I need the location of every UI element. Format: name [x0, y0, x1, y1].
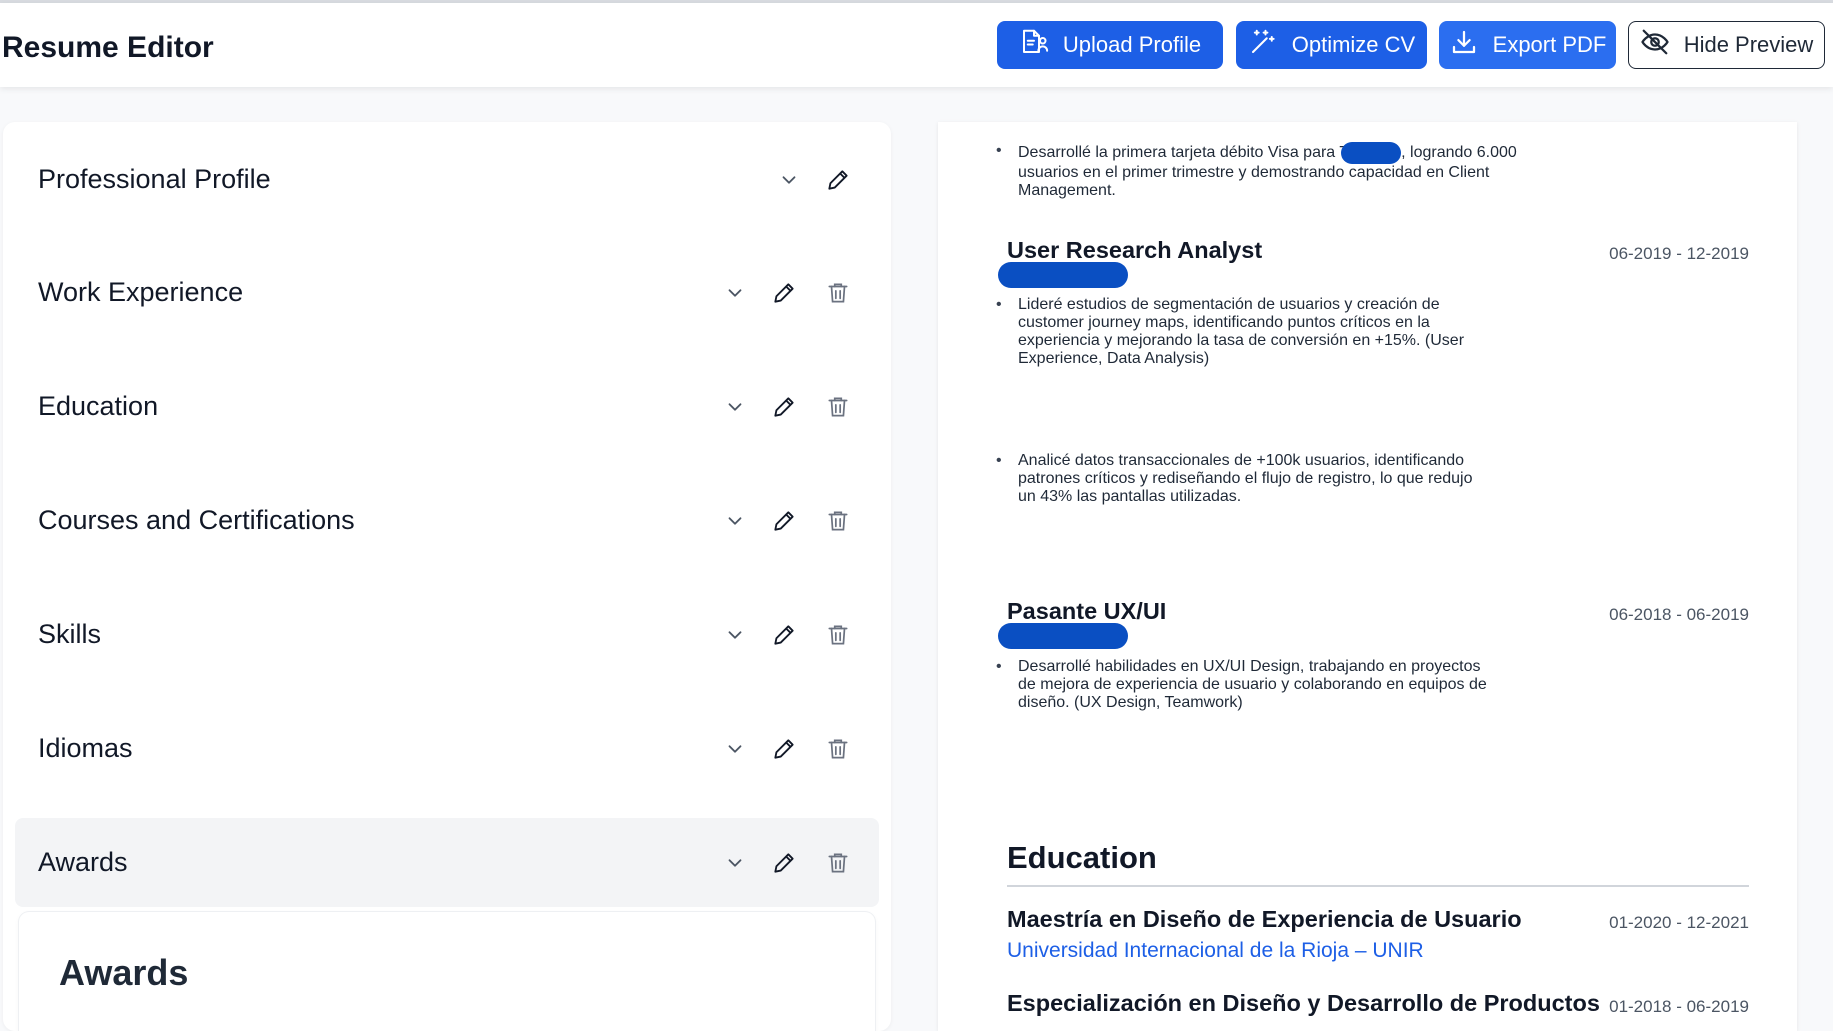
- upload-profile-label: Upload Profile: [1062, 32, 1202, 57]
- chevron-down-icon[interactable]: [775, 166, 803, 194]
- job-date: 06-2018 - 06-2019: [1609, 605, 1749, 624]
- list-item: Analicé datos transaccionales de +100k u…: [996, 452, 1748, 506]
- bullet-line: diseño. (UX Design, Teamwork): [1018, 694, 1243, 711]
- education-date: 01-2020 - 12-2021: [1609, 913, 1749, 932]
- section-label: Professional Profile: [38, 164, 271, 194]
- education-heading: Education: [1007, 840, 1157, 875]
- trash-icon[interactable]: [824, 849, 852, 877]
- clipped-text: -: [1128, 122, 1136, 132]
- resume-preview: - Desarrollé la primera tarjeta débito V…: [938, 122, 1797, 1031]
- bullet-line: Management.: [1018, 182, 1116, 199]
- chevron-down-icon[interactable]: [721, 279, 749, 307]
- profile-document-icon: [1019, 27, 1049, 63]
- app-header: Resume Editor Upload Profile Optimize CV…: [0, 3, 1833, 87]
- redaction-mark: [1341, 142, 1402, 164]
- pencil-icon[interactable]: [770, 507, 798, 535]
- bullet-line: de mejora de experiencia de usuario y co…: [1018, 676, 1487, 693]
- education-title: Maestría en Diseño de Experiencia de Usu…: [1007, 906, 1522, 932]
- trash-icon[interactable]: [824, 507, 852, 535]
- bullet-line: customer journey maps, identificando pun…: [1018, 314, 1430, 331]
- bullet-line: experiencia y mejorando la tasa de conve…: [1018, 332, 1465, 349]
- section-skills[interactable]: Skills: [15, 590, 879, 679]
- section-idiomas[interactable]: Idiomas: [15, 704, 879, 793]
- bullet-line: patrones críticos y rediseñando el flujo…: [1018, 470, 1473, 487]
- redaction-mark: [998, 623, 1128, 649]
- pencil-icon[interactable]: [770, 279, 798, 307]
- bullet-line: usuarios en el primer trimestre y demost…: [1018, 164, 1490, 181]
- bullet-line: Lideré estudios de segmentación de usuar…: [1018, 296, 1440, 313]
- chevron-down-icon[interactable]: [721, 393, 749, 421]
- section-label: Education: [38, 391, 159, 421]
- chevron-down-icon[interactable]: [721, 735, 749, 763]
- education-institution: Universidad Internacional de la Rioja – …: [1007, 939, 1424, 962]
- page-title: Resume Editor: [2, 31, 214, 64]
- bullet-line: Desarrollé habilidades en UX/UI Design, …: [1018, 658, 1481, 675]
- job-date: 06-2019 - 12-2019: [1609, 244, 1749, 263]
- pencil-icon[interactable]: [770, 393, 798, 421]
- section-awards[interactable]: Awards: [15, 818, 879, 907]
- section-label: Courses and Certifications: [38, 505, 355, 535]
- upload-profile-button[interactable]: Upload Profile: [997, 21, 1223, 69]
- awards-editor-card: Awards: [19, 912, 875, 1031]
- trash-icon[interactable]: [824, 279, 852, 307]
- awards-heading: Awards: [59, 952, 189, 993]
- chevron-down-icon[interactable]: [721, 849, 749, 877]
- bullet-line: Analicé datos transaccionales de +100k u…: [1018, 452, 1465, 469]
- pencil-icon[interactable]: [770, 621, 798, 649]
- bullet-line: un 43% las pantallas utilizadas.: [1018, 488, 1242, 505]
- trash-icon[interactable]: [824, 393, 852, 421]
- optimize-cv-button[interactable]: Optimize CV: [1236, 21, 1427, 69]
- divider: [1007, 885, 1749, 887]
- chevron-down-icon[interactable]: [721, 621, 749, 649]
- download-icon: [1449, 27, 1479, 63]
- export-pdf-label: Export PDF: [1492, 32, 1607, 57]
- trash-icon[interactable]: [824, 621, 852, 649]
- section-label: Idiomas: [38, 733, 133, 763]
- list-item: Desarrollé habilidades en UX/UI Design, …: [996, 658, 1748, 712]
- trash-icon[interactable]: [824, 735, 852, 763]
- redaction-mark: [998, 262, 1128, 288]
- section-work-experience[interactable]: Work Experience: [15, 248, 879, 337]
- education-date: 01-2018 - 06-2019: [1609, 997, 1749, 1016]
- education-title: Especialización en Diseño y Desarrollo d…: [1007, 990, 1600, 1016]
- section-courses-certifications[interactable]: Courses and Certifications: [15, 476, 879, 565]
- bullet-line: Experience, Data Analysis): [1018, 350, 1210, 367]
- section-label: Work Experience: [38, 277, 244, 307]
- section-label: Awards: [38, 847, 128, 877]
- hide-preview-button[interactable]: Hide Preview: [1628, 21, 1825, 69]
- pencil-icon[interactable]: [770, 849, 798, 877]
- section-professional-profile[interactable]: Professional Profile: [15, 135, 879, 224]
- list-item: Lideré estudios de segmentación de usuar…: [996, 296, 1748, 368]
- job-title: Pasante UX/UI: [1007, 598, 1167, 624]
- section-education[interactable]: Education: [15, 362, 879, 451]
- magic-wand-icon: [1248, 27, 1278, 63]
- export-pdf-button[interactable]: Export PDF: [1439, 21, 1616, 69]
- list-item: Desarrollé la primera tarjeta débito Vis…: [996, 142, 1748, 200]
- sections-panel: Professional Profile Work Experience Edu…: [3, 122, 891, 1031]
- section-label: Skills: [38, 619, 102, 649]
- job-title: User Research Analyst: [1007, 237, 1263, 263]
- chevron-down-icon[interactable]: [721, 507, 749, 535]
- eye-off-icon: [1640, 27, 1670, 63]
- bullet-line: Desarrollé la primera tarjeta débito Vis…: [1018, 144, 1350, 162]
- hide-preview-label: Hide Preview: [1683, 32, 1814, 57]
- optimize-cv-label: Optimize CV: [1291, 32, 1416, 57]
- pencil-icon[interactable]: [824, 166, 852, 194]
- bullet-line: , logrando 6.000: [1401, 144, 1517, 162]
- pencil-icon[interactable]: [770, 735, 798, 763]
